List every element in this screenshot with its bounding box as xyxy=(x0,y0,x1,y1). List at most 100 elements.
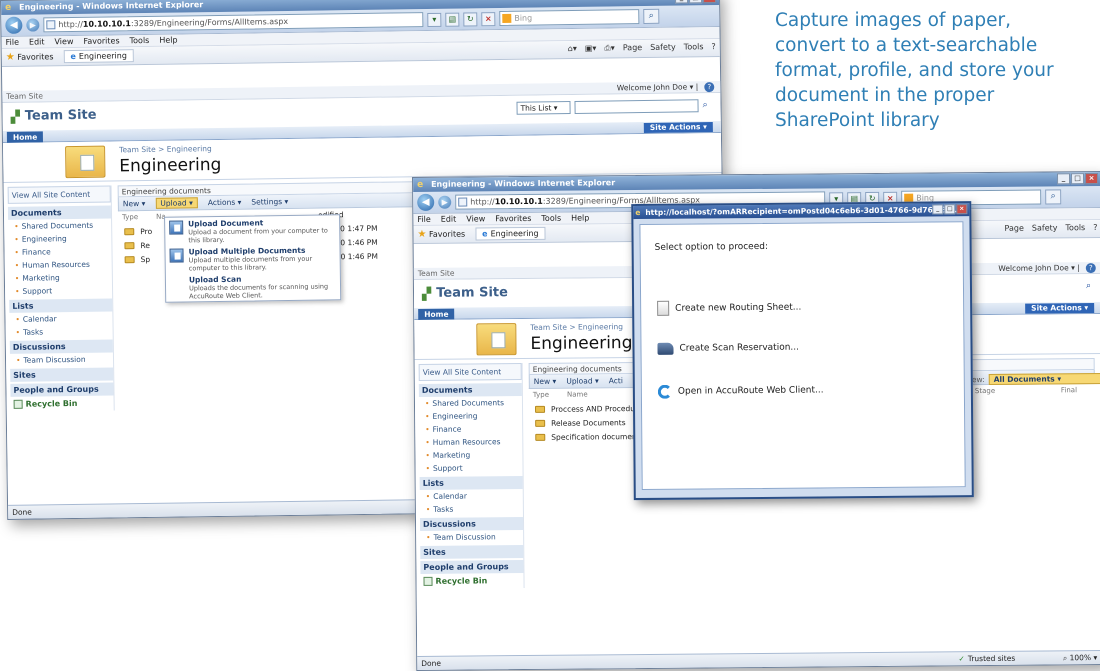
print-icon[interactable]: ⎙▾ xyxy=(604,43,615,53)
new-menu[interactable]: New ▾ xyxy=(534,377,557,386)
minimize-icon[interactable]: _ xyxy=(674,0,689,4)
favorites-button[interactable]: ★ Favorites xyxy=(417,229,465,240)
ql-header-documents[interactable]: Documents xyxy=(418,383,522,397)
menu-tools[interactable]: Tools xyxy=(130,35,150,46)
cmd-page[interactable]: Page xyxy=(623,43,643,53)
ql-item[interactable]: Finance xyxy=(419,422,522,436)
search-input[interactable]: Bing xyxy=(499,9,640,27)
back-icon[interactable]: ◀ xyxy=(417,193,435,211)
menu-help[interactable]: Help xyxy=(159,35,177,46)
close-icon[interactable]: × xyxy=(956,204,968,215)
refresh-icon[interactable]: ↻ xyxy=(463,11,478,27)
site-actions-button[interactable]: Site Actions ▾ xyxy=(1025,303,1095,314)
menu-view[interactable]: View xyxy=(54,36,73,47)
upload-document-item[interactable]: Upload Document Upload a document from yo… xyxy=(169,217,335,244)
menu-favorites[interactable]: Favorites xyxy=(83,35,119,47)
browser-tab[interactable]: e Engineering xyxy=(475,226,546,241)
view-all-content-link[interactable]: View All Site Content xyxy=(7,185,111,204)
ql-item[interactable]: Support xyxy=(419,461,522,475)
upload-menu[interactable]: Upload ▾ xyxy=(566,376,599,385)
ql-item[interactable]: Engineering xyxy=(419,409,522,423)
forward-icon[interactable]: ▶ xyxy=(438,195,452,209)
tab-home[interactable]: Home xyxy=(418,308,455,320)
site-title[interactable]: ▞ Team Site xyxy=(422,285,508,301)
ql-item[interactable]: Marketing xyxy=(419,448,522,462)
help-icon[interactable]: ? xyxy=(704,82,715,93)
sp-top-label[interactable]: Team Site xyxy=(418,269,455,278)
search-icon[interactable]: ⌕ xyxy=(1045,189,1062,205)
stop-icon[interactable]: × xyxy=(481,11,496,26)
ql-item[interactable]: Support xyxy=(9,283,112,297)
recycle-bin-link[interactable]: Recycle Bin xyxy=(11,395,114,411)
ql-item[interactable]: Human Resources xyxy=(419,435,522,449)
row-name[interactable]: Specification document xyxy=(551,432,639,442)
sp-search-icon[interactable]: ⌕ xyxy=(702,99,714,112)
zoom-control[interactable]: ⌕ 100% ▾ xyxy=(1063,651,1097,664)
col-type[interactable]: Type xyxy=(533,391,549,402)
row-name[interactable]: Re xyxy=(140,240,150,249)
menu-edit[interactable]: Edit xyxy=(29,36,45,47)
address-bar[interactable]: http://10.10.10.1:3289/Engineering/Forms… xyxy=(43,12,424,33)
help-icon[interactable]: ? xyxy=(1085,263,1096,274)
minimize-icon[interactable]: _ xyxy=(932,204,944,215)
cmd-page[interactable]: Page xyxy=(1004,224,1023,233)
site-title[interactable]: ▞ Team Site xyxy=(11,108,97,124)
upload-scan-item[interactable]: Upload Scan Uploads the documents for sca… xyxy=(170,273,336,301)
help-icon[interactable]: ? xyxy=(711,42,715,52)
help-icon[interactable]: ? xyxy=(1093,223,1097,232)
upload-menu[interactable]: Upload ▾ xyxy=(155,197,198,209)
maximize-icon[interactable]: □ xyxy=(944,204,956,215)
dropdown-icon[interactable]: ▾ xyxy=(427,12,442,27)
ql-header-sites[interactable]: Sites xyxy=(10,367,114,382)
minimize-icon[interactable]: _ xyxy=(1056,173,1071,185)
ql-item[interactable]: Team Discussion xyxy=(420,530,523,544)
view-select[interactable]: All Documents ▾ xyxy=(988,372,1100,385)
back-icon[interactable]: ◀ xyxy=(5,16,23,34)
row-name[interactable]: Proccess AND Procedur xyxy=(551,404,638,414)
site-actions-button[interactable]: Site Actions ▾ xyxy=(643,122,713,134)
sp-search-input[interactable] xyxy=(574,99,699,114)
actions-menu[interactable]: Acti xyxy=(609,376,623,385)
ql-header-people[interactable]: People and Groups xyxy=(420,560,524,574)
close-icon[interactable]: × xyxy=(1084,173,1099,185)
row-name[interactable]: Sp xyxy=(141,254,151,263)
ql-item[interactable]: Calendar xyxy=(420,489,523,503)
search-icon[interactable]: ⌕ xyxy=(643,8,660,25)
ql-item[interactable]: Tasks xyxy=(10,324,113,338)
zone-indicator[interactable]: ✓ Trusted sites xyxy=(958,652,1015,665)
new-menu[interactable]: New ▾ xyxy=(123,199,146,208)
breadcrumb[interactable]: Team Site > Engineering xyxy=(119,144,212,154)
row-name[interactable]: Release Documents xyxy=(551,418,626,428)
routing-sheet-option[interactable]: Create new Routing Sheet... xyxy=(657,300,801,316)
browser-tab[interactable]: e Engineering xyxy=(63,49,134,64)
cmd-tools[interactable]: Tools xyxy=(1065,223,1085,232)
menu-favorites[interactable]: Favorites xyxy=(495,213,531,224)
forward-icon[interactable]: ▶ xyxy=(26,18,40,32)
col-name[interactable]: Name xyxy=(567,390,588,401)
feeds-icon[interactable]: ▣▾ xyxy=(585,44,597,54)
welcome-menu[interactable]: Welcome John Doe ▾ | xyxy=(998,262,1080,275)
maximize-icon[interactable]: □ xyxy=(688,0,703,4)
menu-view[interactable]: View xyxy=(466,213,485,224)
ql-item[interactable]: Team Discussion xyxy=(10,352,113,366)
compat-icon[interactable]: ▤ xyxy=(445,12,460,27)
row-name[interactable]: Pro xyxy=(140,226,152,235)
menu-edit[interactable]: Edit xyxy=(441,214,457,225)
ql-item[interactable]: Tasks xyxy=(420,502,523,516)
view-all-content-link[interactable]: View All Site Content xyxy=(418,363,522,381)
scan-reservation-option[interactable]: Create Scan Reservation... xyxy=(657,342,799,355)
ql-header-discussions[interactable]: Discussions xyxy=(419,517,524,531)
search-scope-select[interactable]: This List ▾ xyxy=(516,101,571,115)
cmd-safety[interactable]: Safety xyxy=(1032,223,1058,232)
home-icon[interactable]: ⌂▾ xyxy=(568,44,577,54)
accuroute-web-client-option[interactable]: Open in AccuRoute Web Client... xyxy=(657,383,824,399)
cmd-tools[interactable]: Tools xyxy=(684,42,704,52)
breadcrumb[interactable]: Team Site > Engineering xyxy=(530,322,623,332)
menu-tools[interactable]: Tools xyxy=(541,213,561,224)
tab-home[interactable]: Home xyxy=(6,131,44,143)
col-type[interactable]: Type xyxy=(122,213,138,224)
cmd-safety[interactable]: Safety xyxy=(650,43,676,53)
favorites-button[interactable]: ★ Favorites xyxy=(6,51,54,63)
menu-file[interactable]: File xyxy=(417,214,430,225)
ql-header-sites[interactable]: Sites xyxy=(420,545,524,559)
